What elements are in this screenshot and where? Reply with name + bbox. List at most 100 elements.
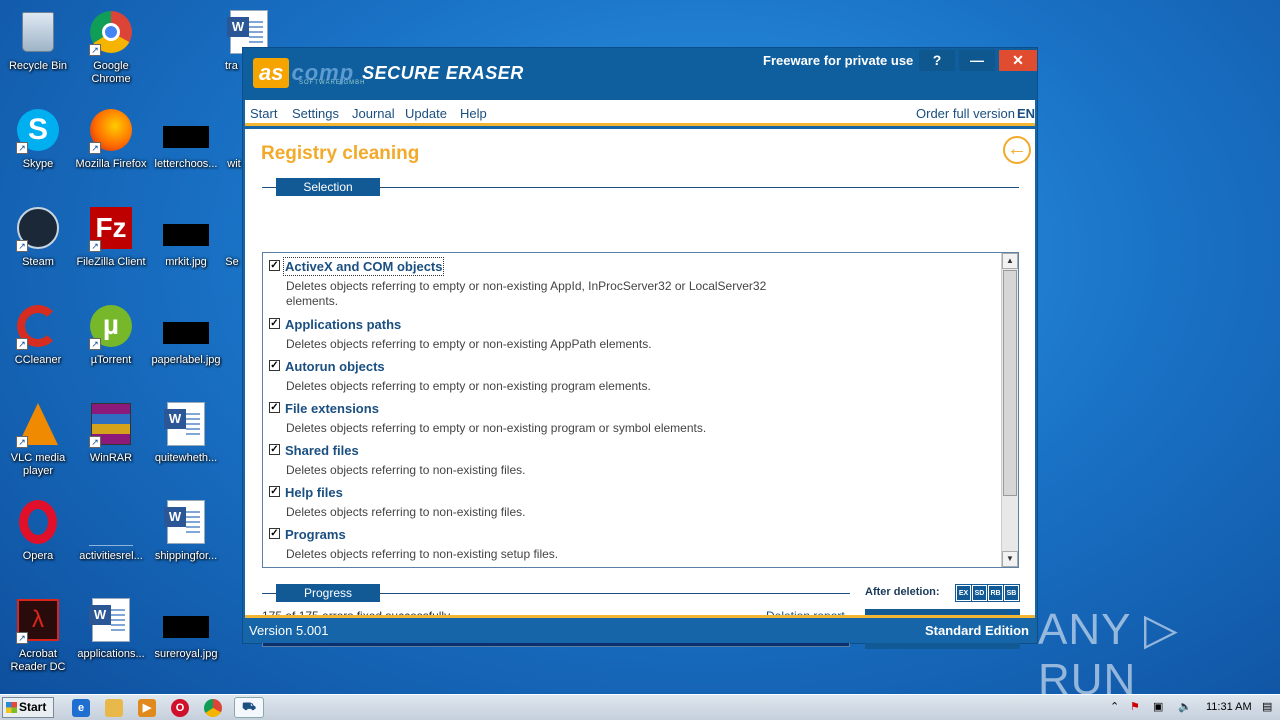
vlc-icon: ↗ [14,400,62,448]
desktop-icon-utorrent[interactable]: µ ↗ µTorrent [73,302,149,367]
title-bar[interactable]: as comp SOFTWARE GMBH SECURE ERASER Free… [243,48,1037,100]
desktop-icon-vlc[interactable]: ↗ VLC media player [0,400,76,478]
desktop-icon-recycle-bin[interactable]: Recycle Bin [0,8,76,73]
file-icon [87,498,135,546]
scroll-up-icon[interactable]: ▲ [1002,253,1018,269]
recycle-bin-icon [14,8,62,56]
image-file-icon [162,302,210,350]
desktop-icon-shippingfor[interactable]: W shippingfor... [148,498,224,563]
menu-journal[interactable]: Journal [352,106,395,121]
option-description: Deletes objects referring to empty or no… [286,421,707,435]
desktop-icon-filezilla[interactable]: Fz ↗ FileZilla Client [73,204,149,269]
scrollbar-thumb[interactable] [1003,270,1017,496]
chrome-icon: ↗ [87,8,135,56]
registry-options-list[interactable]: ✓ ActiveX and COM objects Deletes object… [262,252,1019,568]
desktop-icon-acrobat[interactable]: λ ↗ Acrobat Reader DC [0,596,76,674]
desktop-icon-label: paperlabel.jpg [151,354,221,366]
checkbox-shared-files[interactable]: ✓ [269,444,280,455]
option-title: Help files [285,485,343,500]
menu-start[interactable]: Start [250,106,277,121]
opera-taskbar-icon[interactable]: O [171,699,189,717]
ccleaner-icon: ↗ [14,302,62,350]
edition-label: Standard Edition [925,623,1029,638]
option-description: Deletes objects referring to empty or no… [286,279,767,308]
desktop-icon-label: Recycle Bin [8,60,68,72]
checkbox-applications-paths[interactable]: ✓ [269,318,280,329]
desktop-icon-label: applications... [77,648,145,660]
order-full-version-link[interactable]: Order full version [916,106,1015,121]
media-player-icon[interactable]: ▶ [138,699,156,717]
desktop-icon-ccleaner[interactable]: ↗ CCleaner [0,302,76,367]
after-deletion-options: EX SD RB SB [955,584,1020,602]
action-center-icon[interactable]: ⚑ [1130,700,1140,713]
utorrent-icon: µ ↗ [87,302,135,350]
desktop-icon-label: Steam [22,256,54,268]
desktop-icon-mozilla-firefox[interactable]: ↗ Mozilla Firefox [73,106,149,171]
internet-explorer-icon[interactable]: e [72,699,90,717]
option-description: Deletes objects referring to non-existin… [286,463,526,477]
file-icon [224,106,244,154]
checkbox-autorun[interactable]: ✓ [269,360,280,371]
desktop-icon-label: FileZilla Client [76,256,146,268]
taskbar-clock[interactable]: 11:31 AM [1206,701,1252,713]
close-button[interactable]: ✕ [999,50,1037,71]
desktop-icon-letterchoos[interactable]: letterchoos... [148,106,224,171]
progress-header: Progress [276,584,380,602]
menu-settings[interactable]: Settings [292,106,339,121]
desktop-icon-se[interactable]: Se [222,204,242,269]
tray-expand-icon[interactable]: ⌃ [1110,700,1119,713]
desktop-icon-label: quitewheth... [154,452,218,464]
secure-eraser-window: as comp SOFTWARE GMBH SECURE ERASER Free… [242,47,1038,649]
file-icon [223,204,241,252]
word-document-icon: W [162,400,210,448]
secure-eraser-taskbar-icon[interactable]: ⛟ [234,697,264,718]
volume-icon[interactable]: 🔈 [1178,700,1192,713]
after-deletion-ex[interactable]: EX [955,584,972,602]
checkbox-activex[interactable]: ✓ [269,260,280,271]
back-arrow-icon[interactable]: ← [1003,136,1031,164]
list-scrollbar[interactable]: ▲ ▼ [1001,253,1018,567]
page-title: Registry cleaning [261,143,420,164]
option-title: ActiveX and COM objects [282,257,445,276]
anyrun-watermark: ANY ▷ RUN [1038,605,1179,704]
firefox-icon: ↗ [87,106,135,154]
file-explorer-icon[interactable] [105,699,123,717]
desktop-icon-activitiesrel[interactable]: activitiesrel... [73,498,149,563]
after-deletion-sb[interactable]: SB [1003,584,1020,602]
desktop-icon-google-chrome[interactable]: ↗ Google Chrome [73,8,149,86]
minimize-button[interactable]: — [959,50,995,71]
freeware-label: Freeware for private use [763,53,914,68]
desktop-icon-mrkit[interactable]: mrkit.jpg [148,204,224,269]
after-deletion-sd[interactable]: SD [971,584,988,602]
menu-update[interactable]: Update [405,106,447,121]
option-description: Deletes objects referring to empty or no… [286,337,652,351]
help-button[interactable]: ? [919,50,955,71]
ascomp-logo: as comp SOFTWARE GMBH SECURE ERASER [253,58,524,88]
checkbox-help-files[interactable]: ✓ [269,486,280,497]
notification-icon[interactable]: ▤ [1262,700,1272,713]
menu-help[interactable]: Help [460,106,487,121]
desktop-icon-applications[interactable]: W applications... [73,596,149,661]
desktop-icon-steam[interactable]: ↗ Steam [0,204,76,269]
desktop-icon-quitewheth[interactable]: W quitewheth... [148,400,224,465]
version-label: Version 5.001 [249,623,329,638]
desktop-icon-sureroyal[interactable]: sureroyal.jpg [148,596,224,661]
language-selector[interactable]: EN [1017,106,1035,121]
desktop-icon-skype[interactable]: S ↗ Skype [0,106,76,171]
chrome-taskbar-icon[interactable] [204,699,222,717]
desktop-icon-winrar[interactable]: ↗ WinRAR [73,400,149,465]
image-file-icon [162,106,210,154]
after-deletion-rb[interactable]: RB [987,584,1004,602]
desktop-icon-label: Google Chrome [91,60,131,85]
desktop-icon-paperlabel[interactable]: paperlabel.jpg [148,302,224,367]
checkbox-file-extensions[interactable]: ✓ [269,402,280,413]
start-button[interactable]: Start [2,697,54,718]
start-label: Start [19,700,47,714]
skype-icon: S ↗ [14,106,62,154]
filezilla-icon: Fz ↗ [87,204,135,252]
desktop-icon-opera[interactable]: Opera [0,498,76,563]
network-icon[interactable]: ▣ [1153,700,1163,713]
checkbox-programs[interactable]: ✓ [269,528,280,539]
menu-bar: Start Settings Journal Update Help Order… [245,100,1035,126]
scroll-down-icon[interactable]: ▼ [1002,551,1018,567]
